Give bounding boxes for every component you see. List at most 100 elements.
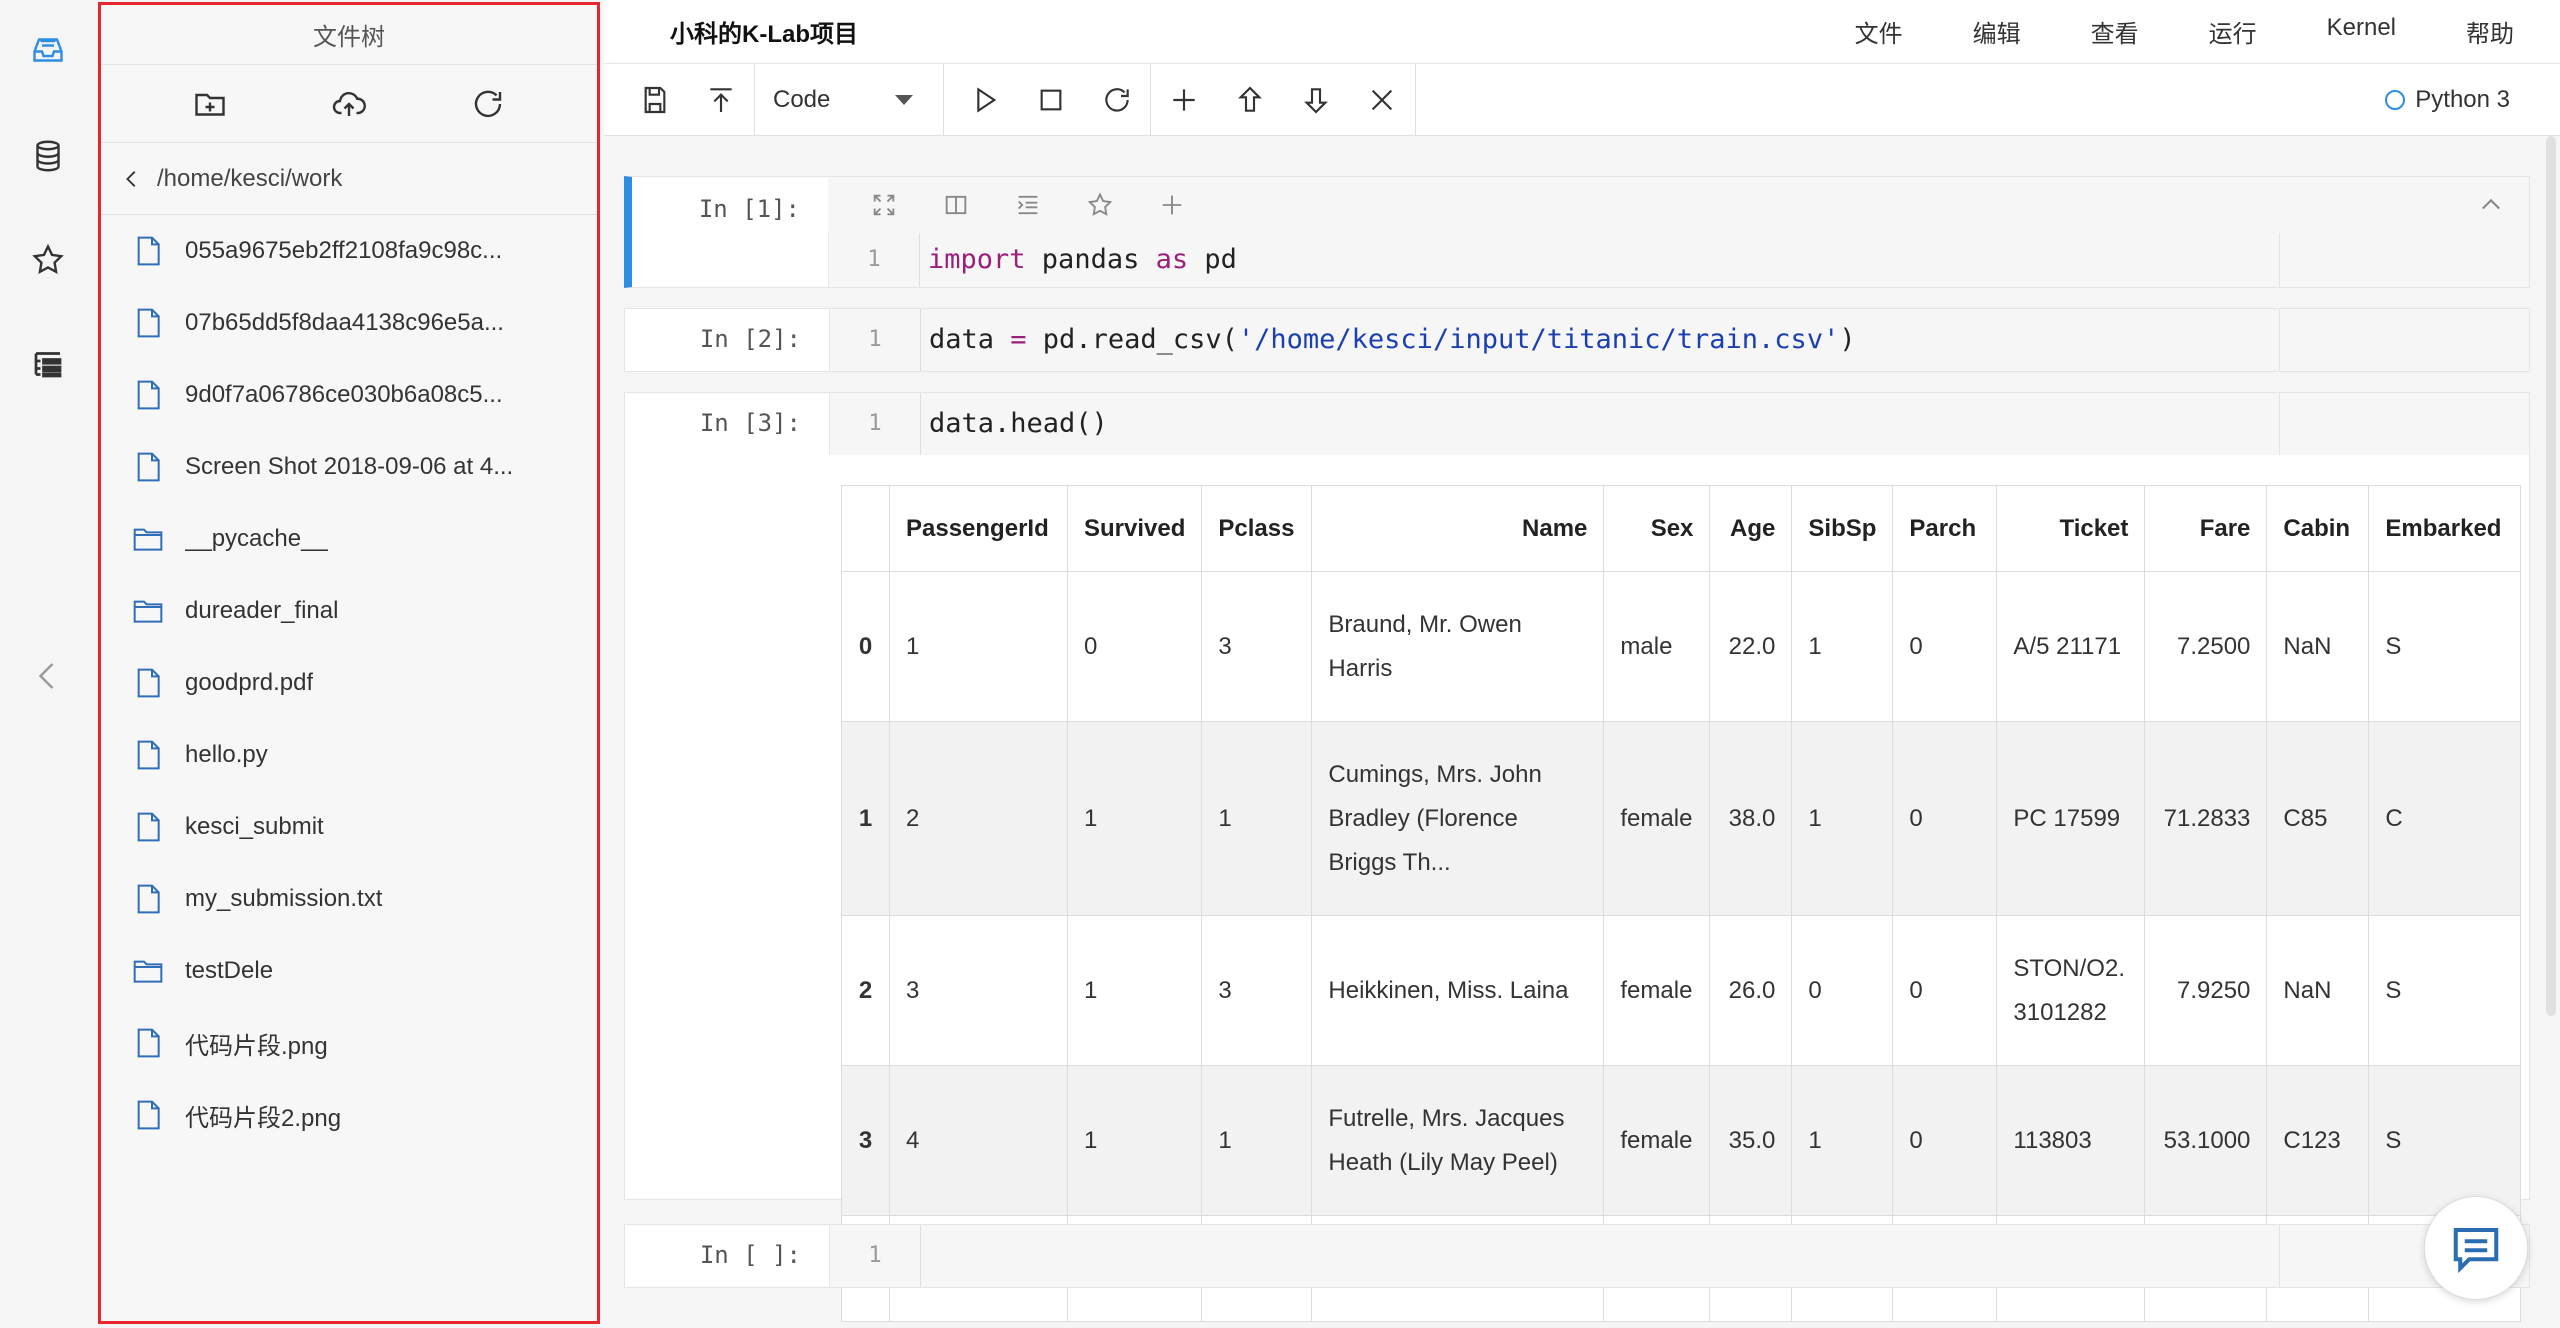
code-cell-2[interactable]: In [2]: 1 data = pd.read_csv('/home/kesc… xyxy=(624,308,2530,372)
column-header: Parch xyxy=(1892,485,1998,572)
star-icon[interactable] xyxy=(1064,177,1136,233)
line-number: 1 xyxy=(868,327,882,352)
delete-cell-icon[interactable] xyxy=(1349,64,1415,136)
list-item[interactable]: Screen Shot 2018-09-06 at 4... xyxy=(101,431,597,503)
table-row: 3 4 1 1 Futrelle, Mrs. Jacques Heath (Lily M… xyxy=(841,1065,2522,1216)
list-item[interactable]: hello.py xyxy=(101,719,597,791)
code-line xyxy=(920,1225,2279,1287)
list-item[interactable]: 代码片段.png xyxy=(101,1007,597,1079)
code-line: import pandas as pd xyxy=(919,233,2279,287)
new-folder-icon[interactable] xyxy=(188,82,232,126)
star-icon[interactable] xyxy=(24,236,72,284)
split-icon[interactable] xyxy=(920,177,992,233)
code-editor[interactable]: 1 data = pd.read_csv('/home/kesci/input/… xyxy=(829,309,2529,371)
code-editor[interactable]: 1 import pandas as pd xyxy=(828,233,2529,287)
chevron-up-icon[interactable] xyxy=(2477,191,2505,219)
list-item[interactable]: 9d0f7a06786ce030b6a08c5... xyxy=(101,359,597,431)
code-string: '/home/kesci/input/titanic/train.csv' xyxy=(1237,324,1840,355)
code-editor[interactable]: 1 xyxy=(829,1225,2529,1287)
kernel-status[interactable]: Python 3 xyxy=(2385,86,2510,114)
file-icon xyxy=(131,304,165,342)
table-cell: S xyxy=(2368,915,2522,1066)
expand-icon[interactable] xyxy=(848,177,920,233)
cell-prompt: In [1]: xyxy=(698,195,800,223)
file-tree-panel: 文件树 /home/kesci/work 055a9675eb2ff2108fa… xyxy=(98,2,600,1324)
chevron-down-icon xyxy=(895,94,913,105)
list-item[interactable]: dureader_final xyxy=(101,575,597,647)
chat-icon xyxy=(2453,1227,2499,1274)
menu-run[interactable]: 运行 xyxy=(2209,14,2257,49)
menu-view[interactable]: 查看 xyxy=(2091,14,2139,49)
column-header: Ticket xyxy=(1996,485,2146,572)
collapse-left-icon[interactable] xyxy=(24,652,72,700)
row-index: 0 xyxy=(841,571,890,722)
file-tree-toolbar xyxy=(101,65,597,143)
menu-kernel[interactable]: Kernel xyxy=(2327,14,2396,49)
table-cell: Braund, Mr. Owen Harris xyxy=(1311,571,1605,722)
list-item[interactable]: my_submission.txt xyxy=(101,863,597,935)
list-item[interactable]: kesci_submit xyxy=(101,791,597,863)
code-cell-4[interactable]: In [ ]: 1 xyxy=(624,1224,2530,1288)
list-tree-icon[interactable] xyxy=(24,340,72,388)
restart-icon[interactable] xyxy=(1084,64,1150,136)
menu-help[interactable]: 帮助 xyxy=(2466,14,2514,49)
chat-button[interactable] xyxy=(2424,1196,2528,1300)
move-up-icon[interactable] xyxy=(1217,64,1283,136)
list-item[interactable]: __pycache__ xyxy=(101,503,597,575)
column-header: Embarked xyxy=(2368,485,2522,572)
run-icon[interactable] xyxy=(952,64,1018,136)
line-number: 1 xyxy=(867,247,881,272)
file-name: hello.py xyxy=(185,741,268,768)
column-header: Age xyxy=(1709,485,1793,572)
export-icon[interactable] xyxy=(688,64,754,136)
menu-file[interactable]: 文件 xyxy=(1855,14,1903,49)
breadcrumb: /home/kesci/work xyxy=(101,143,597,215)
list-item[interactable]: goodprd.pdf xyxy=(101,647,597,719)
code-line: data = pd.read_csv('/home/kesci/input/ti… xyxy=(920,309,2279,371)
table-cell: NaN xyxy=(2266,571,2370,722)
list-item[interactable]: testDele xyxy=(101,935,597,1007)
upload-cloud-icon[interactable] xyxy=(327,82,371,126)
column-header: PassengerId xyxy=(889,485,1068,572)
back-icon[interactable] xyxy=(117,164,147,194)
move-down-icon[interactable] xyxy=(1283,64,1349,136)
file-name: 9d0f7a06786ce030b6a08c5... xyxy=(185,381,503,408)
table-header-row: PassengerId Survived Pclass Name Sex Age… xyxy=(841,485,2522,572)
column-header: Sex xyxy=(1603,485,1711,572)
code-editor[interactable]: 1 data.head() xyxy=(829,393,2529,455)
current-path: /home/kesci/work xyxy=(157,164,343,192)
file-icon xyxy=(131,448,165,486)
scrollbar[interactable] xyxy=(2546,136,2556,1016)
table-cell: 4 xyxy=(889,1065,1068,1216)
code-cell-1[interactable]: In [1]: 1 import pandas as pd xyxy=(624,176,2530,288)
list-item[interactable]: 07b65dd5f8daa4138c96e5a... xyxy=(101,287,597,359)
table-cell: S xyxy=(2368,571,2522,722)
cell-type-select[interactable]: Code xyxy=(755,64,943,136)
refresh-icon[interactable] xyxy=(466,82,510,126)
inbox-icon[interactable] xyxy=(24,26,72,74)
stop-icon[interactable] xyxy=(1018,64,1084,136)
add-cell-icon[interactable] xyxy=(1151,64,1217,136)
table-cell: 3 xyxy=(1201,571,1313,722)
code-keyword: import xyxy=(928,244,1026,275)
kernel-idle-icon xyxy=(2385,89,2406,110)
cell-toolbar xyxy=(828,177,2529,233)
table-cell: NaN xyxy=(2266,915,2370,1066)
list-item[interactable]: 055a9675eb2ff2108fa9c98c... xyxy=(101,215,597,287)
column-header: Pclass xyxy=(1201,485,1313,572)
code-cell-3[interactable]: In [3]: 1 data.head() PassengerId Surviv… xyxy=(624,392,2530,1322)
indent-icon[interactable] xyxy=(992,177,1064,233)
column-header: SibSp xyxy=(1791,485,1894,572)
code-text: pandas xyxy=(1025,244,1156,275)
table-cell: 1 xyxy=(1791,721,1894,916)
add-icon[interactable] xyxy=(1136,177,1208,233)
table-cell: 1 xyxy=(1791,1065,1894,1216)
menu-list: 文件 编辑 查看 运行 Kernel 帮助 xyxy=(1785,14,2514,49)
table-cell: 1 xyxy=(1066,915,1203,1066)
table-cell: C123 xyxy=(2266,1065,2370,1216)
list-item[interactable]: 代码片段2.png xyxy=(101,1079,597,1151)
database-icon[interactable] xyxy=(24,132,72,180)
menu-edit[interactable]: 编辑 xyxy=(1973,14,2021,49)
save-icon[interactable] xyxy=(622,64,688,136)
line-number: 1 xyxy=(868,411,882,436)
